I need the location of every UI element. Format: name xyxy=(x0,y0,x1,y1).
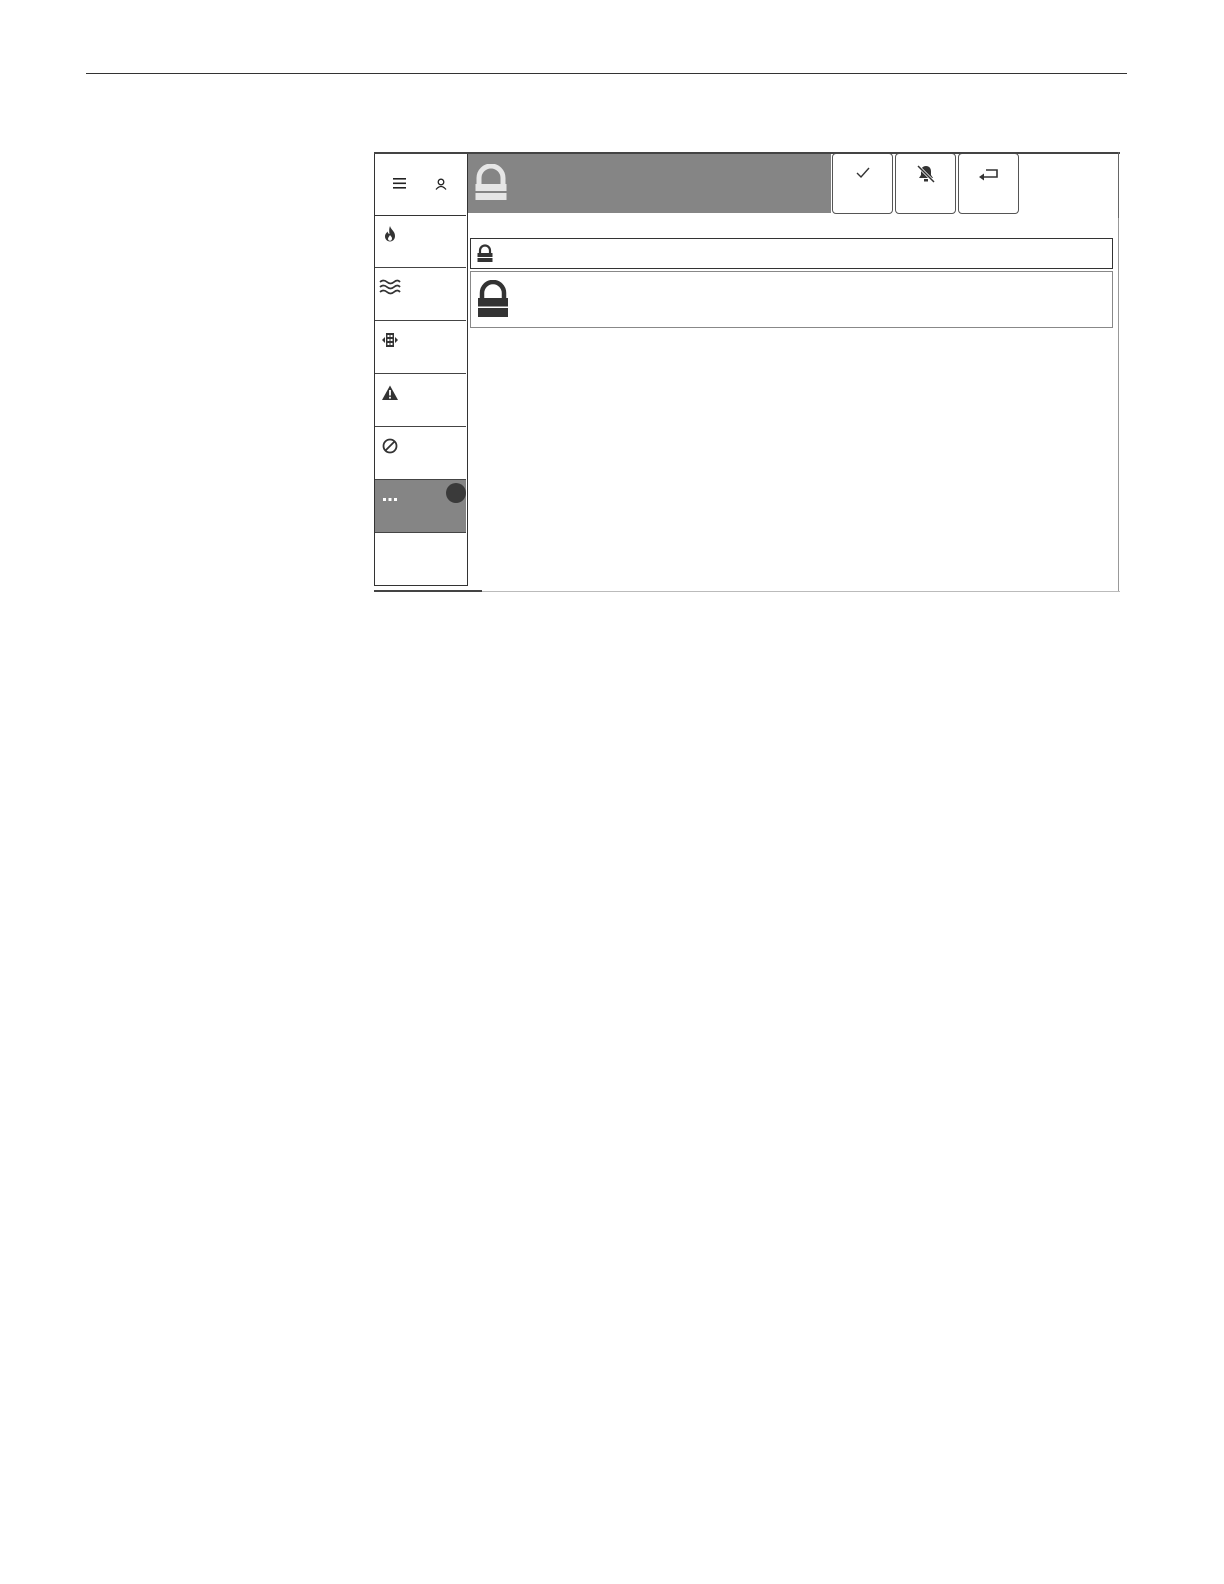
waves-icon xyxy=(379,279,401,295)
check-icon xyxy=(856,167,870,179)
control-panel-screen xyxy=(374,152,1120,592)
user-icon[interactable] xyxy=(435,178,447,190)
sidebar-item-empty xyxy=(375,533,466,586)
panel-border xyxy=(1118,152,1119,218)
sidebar-header xyxy=(375,153,466,216)
lock-icon xyxy=(475,164,507,200)
disabled-icon xyxy=(382,438,398,454)
sidebar-item-waves[interactable] xyxy=(375,268,466,321)
sidebar xyxy=(374,152,468,586)
more-icon xyxy=(383,498,397,501)
sidebar-item-warning[interactable] xyxy=(375,374,466,427)
panel-border xyxy=(374,590,482,592)
acknowledge-button[interactable] xyxy=(832,153,893,214)
fire-icon xyxy=(385,226,395,242)
panel-border xyxy=(1118,218,1119,592)
sidebar-item-more[interactable] xyxy=(375,480,466,533)
title-bar xyxy=(468,152,831,213)
lock-icon xyxy=(477,244,493,262)
page-header-rule xyxy=(86,73,1127,74)
silence-button[interactable] xyxy=(895,153,956,214)
list-item[interactable] xyxy=(470,271,1113,328)
sidebar-item-fire[interactable] xyxy=(375,215,466,268)
warning-icon xyxy=(382,385,398,400)
lock-icon xyxy=(478,280,508,317)
return-icon xyxy=(979,169,998,181)
building-icon xyxy=(382,333,398,347)
sidebar-item-building[interactable] xyxy=(375,321,466,374)
bell-off-icon xyxy=(916,164,936,184)
return-button[interactable] xyxy=(958,153,1019,214)
notification-badge xyxy=(446,483,466,503)
sidebar-item-disabled[interactable] xyxy=(375,427,466,480)
panel-border xyxy=(482,591,1120,592)
list-item[interactable] xyxy=(470,238,1113,269)
panel-border xyxy=(374,152,1120,154)
menu-icon[interactable] xyxy=(393,178,406,189)
